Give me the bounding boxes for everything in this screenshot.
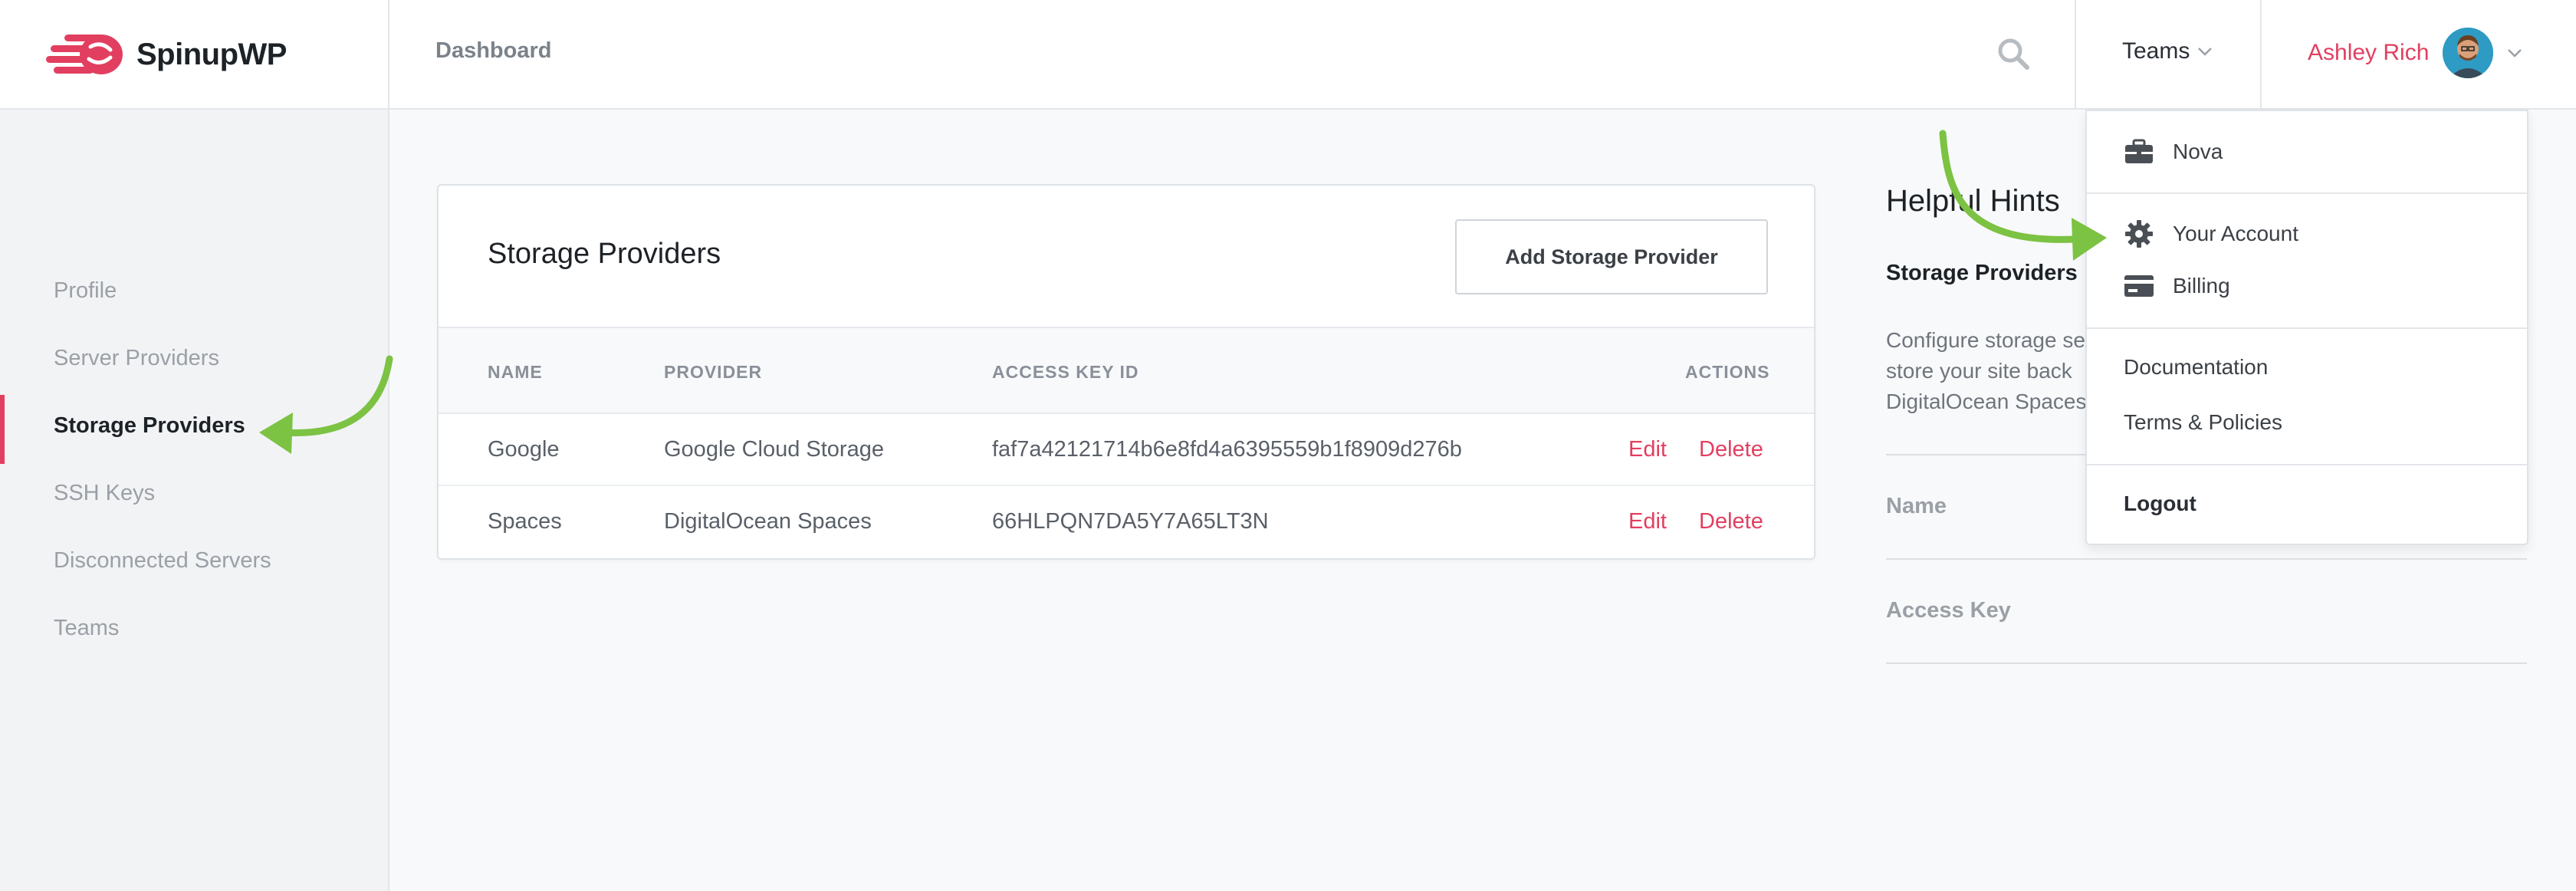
cell-provider: Google Cloud Storage <box>664 437 884 462</box>
search-button[interactable] <box>1996 37 2030 71</box>
menu-item-documentation[interactable]: Documentation <box>2124 355 2268 380</box>
divider <box>2087 327 2527 329</box>
menu-item-logout[interactable]: Logout <box>2124 492 2196 516</box>
divider <box>1886 558 2527 560</box>
menu-item-label: Your Account <box>2173 222 2298 245</box>
cell-access-key-id: faf7a42121714b6e8fd4a6395559b1f8909d276b <box>992 437 1462 462</box>
cell-name: Google <box>488 437 560 462</box>
brand-logo[interactable]: SpinupWP <box>46 29 287 80</box>
teams-dropdown-button[interactable]: Teams <box>2122 38 2213 64</box>
cell-provider: DigitalOcean Spaces <box>664 509 872 534</box>
menu-item-label: Billing <box>2173 274 2230 298</box>
hints-subtitle: Storage Providers <box>1886 261 2078 285</box>
sidebar-item-ssh-keys[interactable]: SSH Keys <box>54 481 155 506</box>
hint-field-access-key: Access Key <box>1886 598 2011 623</box>
credit-card-icon <box>2124 275 2154 297</box>
page-title: Storage Providers <box>488 238 721 270</box>
user-dropdown-menu: Nova Your Account Billing Documentation … <box>2085 110 2528 545</box>
sidebar-item-disconnected-servers[interactable]: Disconnected Servers <box>54 548 271 574</box>
top-header: SpinupWP Dashboard Teams Ashley Rich <box>0 0 2576 110</box>
divider <box>2087 192 2527 194</box>
divider <box>1886 662 2527 664</box>
delete-link[interactable]: Delete <box>1699 437 1763 462</box>
table-header: NAME PROVIDER ACCESS KEY ID ACTIONS <box>439 327 1814 414</box>
chevron-down-icon <box>2198 48 2213 56</box>
cell-name: Spaces <box>488 509 562 534</box>
sidebar-item-storage-providers[interactable]: Storage Providers <box>54 413 245 439</box>
edit-link[interactable]: Edit <box>1628 509 1667 534</box>
menu-item-your-account[interactable]: Your Account <box>2124 219 2298 249</box>
settings-sidebar: Profile Server Providers Storage Provide… <box>0 110 389 891</box>
header-divider <box>2075 0 2076 108</box>
active-indicator <box>0 395 5 464</box>
menu-item-terms-policies[interactable]: Terms & Policies <box>2124 410 2282 435</box>
header-divider <box>2260 0 2262 108</box>
user-menu-button[interactable]: Ashley Rich <box>2308 28 2522 78</box>
storage-providers-card: Storage Providers Add Storage Provider N… <box>437 184 1815 560</box>
menu-item-billing[interactable]: Billing <box>2124 274 2230 298</box>
avatar <box>2443 28 2494 78</box>
divider <box>2087 464 2527 465</box>
column-header-access-key-id: ACCESS KEY ID <box>992 362 1139 382</box>
briefcase-icon <box>2125 139 2153 163</box>
sidebar-item-profile[interactable]: Profile <box>54 278 117 304</box>
user-name: Ashley Rich <box>2308 40 2430 65</box>
add-storage-provider-button[interactable]: Add Storage Provider <box>1455 219 1768 294</box>
sidebar-item-teams[interactable]: Teams <box>54 616 119 641</box>
table-row: Google Google Cloud Storage faf7a4212171… <box>439 414 1814 486</box>
menu-item-nova[interactable]: Nova <box>2124 139 2223 165</box>
hints-title: Helpful Hints <box>1886 184 2060 218</box>
column-header-provider: PROVIDER <box>664 362 763 382</box>
gear-icon <box>2125 220 2153 248</box>
user-avatar-icon <box>2443 28 2494 78</box>
nav-dashboard-link[interactable]: Dashboard <box>435 38 551 64</box>
table-row: Spaces DigitalOcean Spaces 66HLPQN7DA5Y7… <box>439 486 1814 558</box>
hint-field-name: Name <box>1886 494 1947 518</box>
edit-link[interactable]: Edit <box>1628 437 1667 462</box>
cell-access-key-id: 66HLPQN7DA5Y7A65LT3N <box>992 509 1269 534</box>
teams-label: Teams <box>2122 38 2190 64</box>
chevron-down-icon <box>2508 49 2522 58</box>
header-divider <box>388 0 389 108</box>
brand-name: SpinupWP <box>136 37 287 71</box>
spinupwp-logo-icon <box>46 35 123 74</box>
search-icon <box>1998 38 2029 70</box>
hints-description: Configure storage se store your site bac… <box>1886 328 2087 413</box>
sidebar-item-server-providers[interactable]: Server Providers <box>54 346 219 371</box>
column-header-name: NAME <box>488 362 543 382</box>
delete-link[interactable]: Delete <box>1699 509 1763 534</box>
menu-item-label: Nova <box>2173 140 2223 163</box>
column-header-actions: ACTIONS <box>1685 362 1770 382</box>
